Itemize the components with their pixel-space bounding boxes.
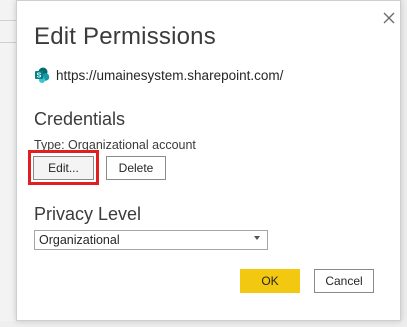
close-icon <box>383 12 395 24</box>
background-window-bottom <box>0 321 407 327</box>
privacy-level-select[interactable]: Organizational <box>34 230 268 250</box>
cancel-button[interactable]: Cancel <box>314 269 374 293</box>
dialog-title: Edit Permissions <box>34 23 216 50</box>
ok-button[interactable]: OK <box>240 269 300 293</box>
site-url: https://umainesystem.sharepoint.com/ <box>56 67 284 83</box>
background-divider <box>0 42 16 43</box>
chevron-down-icon <box>254 236 260 240</box>
close-button[interactable] <box>380 9 398 27</box>
privacy-level-value: Organizational <box>39 233 120 247</box>
edit-button[interactable]: Edit... <box>33 156 94 180</box>
background-divider <box>0 20 16 21</box>
svg-text:S: S <box>37 73 42 80</box>
edit-permissions-dialog: Edit Permissions S https://umainesystem.… <box>16 0 401 321</box>
credentials-heading: Credentials <box>34 109 126 129</box>
sharepoint-icon: S <box>35 67 50 83</box>
background-window-right <box>401 0 407 327</box>
privacy-level-heading: Privacy Level <box>34 204 142 224</box>
background-window <box>0 0 16 327</box>
site-row: S https://umainesystem.sharepoint.com/ <box>34 65 283 85</box>
delete-button[interactable]: Delete <box>106 156 166 180</box>
